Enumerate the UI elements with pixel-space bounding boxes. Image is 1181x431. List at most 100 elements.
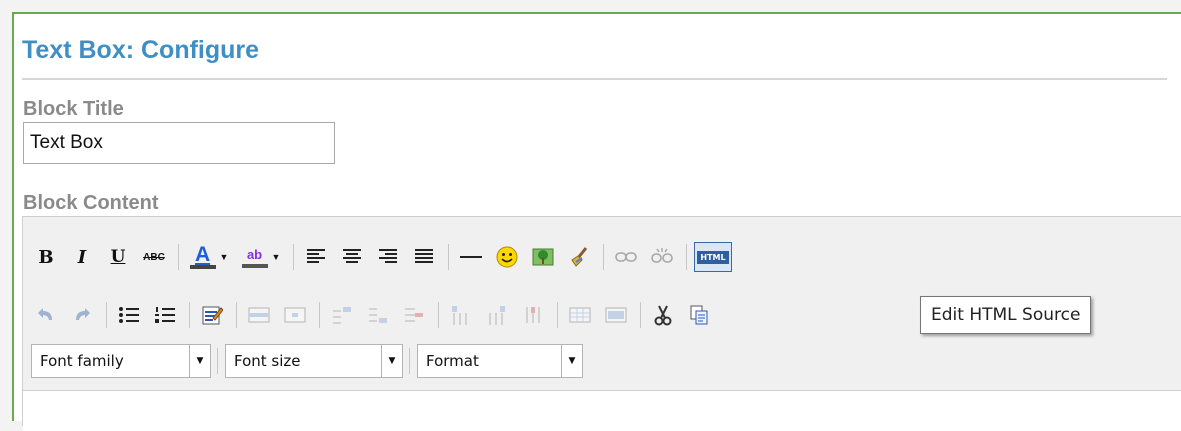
insert-row-before-icon xyxy=(333,307,351,324)
broom-icon xyxy=(571,247,588,267)
insert-row-after-button[interactable] xyxy=(363,300,393,330)
table-cell-icon xyxy=(284,307,306,323)
undo-icon xyxy=(38,308,52,320)
align-left-button[interactable] xyxy=(301,242,331,272)
unlink-icon xyxy=(651,248,673,263)
bold-icon: B xyxy=(38,246,54,268)
underline-button[interactable]: U xyxy=(103,242,133,272)
highlight-color-button[interactable]: ab ▼ xyxy=(238,242,284,272)
align-justify-icon xyxy=(415,249,433,263)
copy-icon xyxy=(690,305,708,325)
toolbar-separator xyxy=(438,302,439,328)
table-icon xyxy=(569,307,591,323)
underline-icon: U xyxy=(110,247,126,267)
block-content-label: Block Content xyxy=(23,192,159,214)
delete-column-icon xyxy=(526,307,540,323)
strikethrough-button[interactable]: ABC xyxy=(139,242,169,272)
format-select[interactable]: Format ▼ xyxy=(417,344,583,378)
toolbar-separator xyxy=(409,348,410,374)
tooltip: Edit HTML Source xyxy=(920,296,1092,334)
toolbar-row-2 xyxy=(31,298,720,332)
edit-html-button[interactable]: HTML xyxy=(694,242,732,272)
chevron-down-icon: ▼ xyxy=(219,252,229,262)
align-justify-button[interactable] xyxy=(409,242,439,272)
delete-row-button[interactable] xyxy=(399,300,429,330)
title-divider xyxy=(22,78,1167,80)
chevron-down-icon: ▼ xyxy=(561,345,582,377)
cut-button[interactable] xyxy=(648,300,678,330)
unlink-button[interactable] xyxy=(647,242,677,272)
toolbar-separator xyxy=(106,302,107,328)
font-size-select[interactable]: Font size ▼ xyxy=(225,344,403,378)
merge-cells-button[interactable] xyxy=(601,300,631,330)
toolbar-row-3: Font family ▼ Font size ▼ Format ▼ xyxy=(31,344,591,378)
toolbar-separator xyxy=(319,302,320,328)
bullet-list-button[interactable] xyxy=(114,300,144,330)
chevron-down-icon: ▼ xyxy=(381,345,402,377)
insert-column-before-icon xyxy=(452,306,467,325)
table-button[interactable] xyxy=(565,300,595,330)
align-right-button[interactable] xyxy=(373,242,403,272)
block-title-label: Block Title xyxy=(23,98,124,120)
toolbar-separator xyxy=(178,244,179,270)
insert-image-button[interactable] xyxy=(528,242,558,272)
bold-button[interactable]: B xyxy=(31,242,61,272)
numbered-list-icon xyxy=(155,307,175,323)
format-value: Format xyxy=(426,352,479,370)
align-left-icon xyxy=(307,249,325,263)
content-edit-area[interactable] xyxy=(23,390,1181,431)
toolbar-separator xyxy=(640,302,641,328)
horizontal-rule-icon xyxy=(460,256,482,258)
chevron-down-icon: ▼ xyxy=(271,252,281,262)
table-cell-props-button[interactable] xyxy=(280,300,310,330)
redo-button[interactable] xyxy=(67,300,97,330)
paste-from-word-button[interactable] xyxy=(197,300,227,330)
undo-button[interactable] xyxy=(31,300,61,330)
link-icon xyxy=(615,252,637,262)
smiley-icon xyxy=(496,246,518,268)
toolbar-row-1: B I U ABC A ▼ ab ▼ HTML xyxy=(31,240,732,274)
toolbar-separator xyxy=(557,302,558,328)
font-family-select[interactable]: Font family ▼ xyxy=(31,344,211,378)
highlight-icon: ab xyxy=(241,246,268,268)
bullet-list-icon xyxy=(119,307,139,323)
insert-row-after-icon xyxy=(369,308,387,323)
text-color-icon: A xyxy=(189,244,216,269)
link-button[interactable] xyxy=(611,242,641,272)
toolbar-separator xyxy=(293,244,294,270)
numbered-list-button[interactable] xyxy=(150,300,180,330)
toolbar-separator xyxy=(603,244,604,270)
insert-column-after-button[interactable] xyxy=(482,300,512,330)
html-icon: HTML xyxy=(697,250,729,264)
table-row-icon xyxy=(248,307,270,323)
font-size-value: Font size xyxy=(234,352,301,370)
image-icon xyxy=(532,248,554,266)
strikethrough-icon: ABC xyxy=(143,251,165,263)
font-family-value: Font family xyxy=(40,352,124,370)
align-center-icon xyxy=(343,249,361,263)
toolbar-separator xyxy=(448,244,449,270)
insert-column-after-icon xyxy=(489,306,505,325)
insert-column-before-button[interactable] xyxy=(446,300,476,330)
italic-button[interactable]: I xyxy=(67,242,97,272)
italic-icon: I xyxy=(77,246,87,268)
page-title: Text Box: Configure xyxy=(22,36,260,64)
toolbar-separator xyxy=(686,244,687,270)
insert-row-before-button[interactable] xyxy=(327,300,357,330)
delete-row-icon xyxy=(405,308,423,322)
copy-button[interactable] xyxy=(684,300,714,330)
toolbar-separator xyxy=(217,348,218,374)
align-center-button[interactable] xyxy=(337,242,367,272)
toolbar-separator xyxy=(189,302,190,328)
table-row-props-button[interactable] xyxy=(244,300,274,330)
cleanup-button[interactable] xyxy=(564,242,594,272)
delete-column-button[interactable] xyxy=(518,300,548,330)
edit-document-icon xyxy=(202,306,223,325)
align-right-icon xyxy=(379,249,397,263)
text-color-button[interactable]: A ▼ xyxy=(186,242,232,272)
emoticon-button[interactable] xyxy=(492,242,522,272)
block-title-input[interactable] xyxy=(23,122,335,164)
horizontal-rule-button[interactable] xyxy=(456,242,486,272)
merge-cells-icon xyxy=(605,307,627,323)
scissors-icon xyxy=(654,305,672,326)
